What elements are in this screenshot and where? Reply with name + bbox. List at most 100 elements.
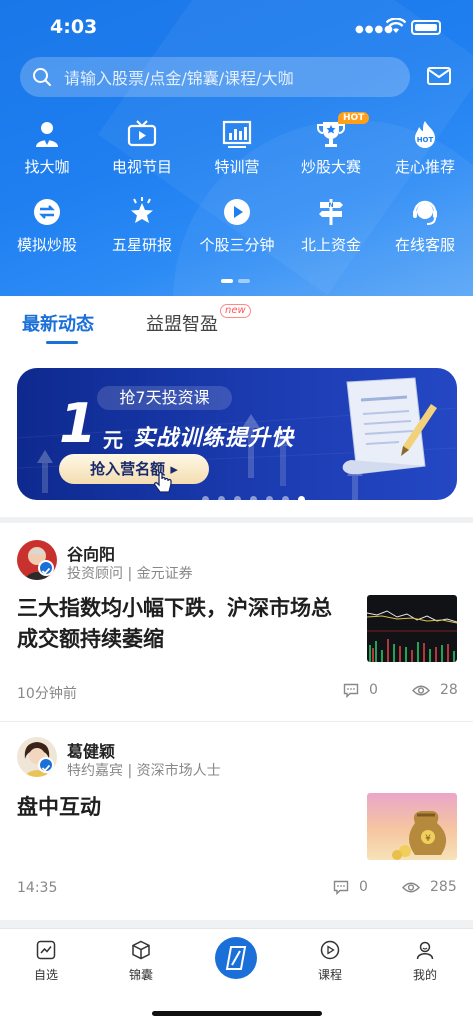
author-role: 特约嘉宾 | 资深市场人士 bbox=[67, 763, 221, 779]
feed-card[interactable]: 葛健颖 特约嘉宾 | 资深市场人士 盘中互动 ¥ 14:35 0 285 bbox=[0, 722, 473, 920]
shortcut-simulate[interactable]: 模拟炒股 bbox=[0, 194, 94, 264]
headset-icon bbox=[413, 200, 437, 225]
view-count-value: 285 bbox=[430, 879, 457, 895]
chart-board-icon bbox=[222, 120, 252, 148]
eye-icon bbox=[412, 685, 430, 695]
banner-dot bbox=[298, 496, 305, 500]
star-icon bbox=[131, 197, 153, 223]
chart-icon bbox=[36, 940, 56, 960]
shortcut-label: 五星研报 bbox=[111, 236, 172, 254]
shortcut-label: 走心推荐 bbox=[394, 158, 455, 176]
shortcut-training[interactable]: 特训营 bbox=[190, 116, 284, 186]
battery-icon bbox=[411, 20, 441, 35]
home-indicator bbox=[152, 1011, 322, 1016]
shortcut-tv[interactable]: 电视节目 bbox=[95, 116, 189, 186]
comment-count-value: 0 bbox=[359, 879, 368, 895]
tabbar-label: 自选 bbox=[33, 968, 58, 982]
banner-dot bbox=[218, 496, 225, 500]
tab-latest[interactable]: 最新动态 bbox=[22, 310, 94, 344]
shortcut-label: 特训营 bbox=[214, 158, 260, 176]
mail-icon[interactable] bbox=[427, 66, 451, 86]
shortcut-expert[interactable]: 找大咖 bbox=[0, 116, 94, 186]
content-tabs: 最新动态 益盟智盈 new bbox=[0, 296, 473, 348]
banner-slogan: 实战训练提升快 bbox=[133, 426, 295, 451]
shortcut-label: 个股三分钟 bbox=[199, 236, 275, 254]
feed-card[interactable]: 谷向阳 投资顾问 | 金元证券 三大指数均小幅下跌，沪深市场总成交额持续萎缩 1… bbox=[0, 523, 473, 721]
play-icon bbox=[224, 199, 250, 225]
post-time: 14:35 bbox=[17, 880, 58, 896]
user-icon bbox=[416, 941, 434, 960]
search-bar[interactable]: 请输入股票/点金/锦囊/课程/大咖 bbox=[20, 57, 410, 97]
banner-dot bbox=[234, 496, 241, 500]
status-time: 4:03 bbox=[50, 16, 98, 38]
section-divider bbox=[0, 920, 473, 928]
eye-icon bbox=[402, 882, 420, 892]
shortcut-label: 模拟炒股 bbox=[16, 236, 77, 254]
shortcut-row: 找大咖 电视节目 特训营 HOT 炒股大赛 HOT 走心推荐 bbox=[0, 112, 473, 186]
verified-icon bbox=[38, 757, 54, 773]
signpost-icon: N bbox=[319, 199, 343, 225]
view-count: 285 bbox=[402, 879, 457, 895]
post-title[interactable]: 三大指数均小幅下跌，沪深市场总成交额持续萎缩 bbox=[17, 593, 347, 655]
shortcut-label: 炒股大赛 bbox=[300, 158, 361, 176]
author-name[interactable]: 谷向阳 bbox=[67, 541, 115, 565]
shortcut-label: 在线客服 bbox=[394, 236, 455, 254]
expert-icon bbox=[36, 122, 58, 147]
hand-cursor-icon bbox=[153, 472, 172, 493]
wifi-icon bbox=[386, 18, 406, 33]
verified-icon bbox=[38, 560, 54, 576]
banner-dot bbox=[282, 496, 289, 500]
author-role: 投资顾问 | 金元证券 bbox=[67, 566, 193, 582]
banner-dot bbox=[202, 496, 209, 500]
comment-icon bbox=[343, 683, 359, 698]
post-time: 10分钟前 bbox=[17, 686, 77, 702]
shortcut-service[interactable]: 在线客服 bbox=[378, 194, 472, 264]
shortcut-contest[interactable]: HOT 炒股大赛 bbox=[284, 112, 378, 186]
tabbar-tips[interactable]: 锦囊 bbox=[111, 939, 171, 983]
comment-icon bbox=[333, 880, 349, 895]
view-count: 28 bbox=[412, 682, 458, 698]
simulate-icon bbox=[34, 199, 60, 225]
status-bar: 4:03 ●●●● bbox=[0, 14, 473, 42]
svg-text:N: N bbox=[328, 202, 333, 209]
shortcut-research[interactable]: 五星研报 bbox=[95, 194, 189, 264]
shortcut-pager bbox=[221, 268, 255, 287]
tabbar-label: 课程 bbox=[317, 968, 342, 982]
post-title[interactable]: 盘中互动 bbox=[17, 792, 347, 823]
tabbar-courses[interactable]: 课程 bbox=[300, 939, 360, 983]
svg-text:HOT: HOT bbox=[417, 136, 434, 144]
search-placeholder: 请输入股票/点金/锦囊/课程/大咖 bbox=[64, 69, 294, 88]
shortcut-stock-3min[interactable]: 个股三分钟 bbox=[190, 194, 284, 264]
banner-pill-title: 抢7天投资课 bbox=[97, 386, 232, 410]
tv-icon bbox=[127, 120, 157, 147]
banner-cta-button[interactable]: 抢入营名额 ▸ bbox=[59, 454, 209, 484]
promo-banner[interactable]: 1 抢7天投资课 元 实战训练提升快 抢入营名额 ▸ bbox=[17, 368, 457, 500]
play-circle-icon bbox=[320, 940, 340, 960]
comment-count[interactable]: 0 bbox=[333, 879, 368, 895]
money-bag-thumbnail: ¥ bbox=[367, 793, 457, 860]
center-logo-icon bbox=[225, 946, 247, 970]
tabbar-home[interactable] bbox=[215, 937, 257, 979]
post-thumbnail[interactable] bbox=[367, 595, 457, 662]
pager-dot bbox=[238, 279, 250, 283]
banner-price-unit: 元 bbox=[103, 428, 123, 452]
shortcut-label: 电视节目 bbox=[111, 158, 172, 176]
post-thumbnail[interactable]: ¥ bbox=[367, 793, 457, 860]
pager-dot bbox=[221, 279, 233, 283]
hot-badge: HOT bbox=[338, 112, 370, 124]
tabbar-watchlist[interactable]: 自选 bbox=[16, 939, 76, 983]
author-name[interactable]: 葛健颖 bbox=[67, 738, 115, 762]
banner-dot bbox=[266, 496, 273, 500]
scroll-document-icon bbox=[342, 377, 437, 475]
stock-chart-thumbnail bbox=[367, 595, 457, 662]
tabbar-label: 我的 bbox=[412, 968, 437, 982]
tab-yimeng[interactable]: 益盟智盈 bbox=[146, 310, 218, 336]
comment-count[interactable]: 0 bbox=[343, 682, 378, 698]
shortcut-recommend[interactable]: HOT 走心推荐 bbox=[378, 116, 472, 186]
banner-dot bbox=[250, 496, 257, 500]
shortcut-northbound[interactable]: N 北上资金 bbox=[284, 194, 378, 264]
search-icon bbox=[33, 68, 51, 86]
new-badge: new bbox=[220, 304, 251, 318]
box-icon bbox=[132, 940, 150, 960]
tabbar-profile[interactable]: 我的 bbox=[395, 939, 455, 983]
